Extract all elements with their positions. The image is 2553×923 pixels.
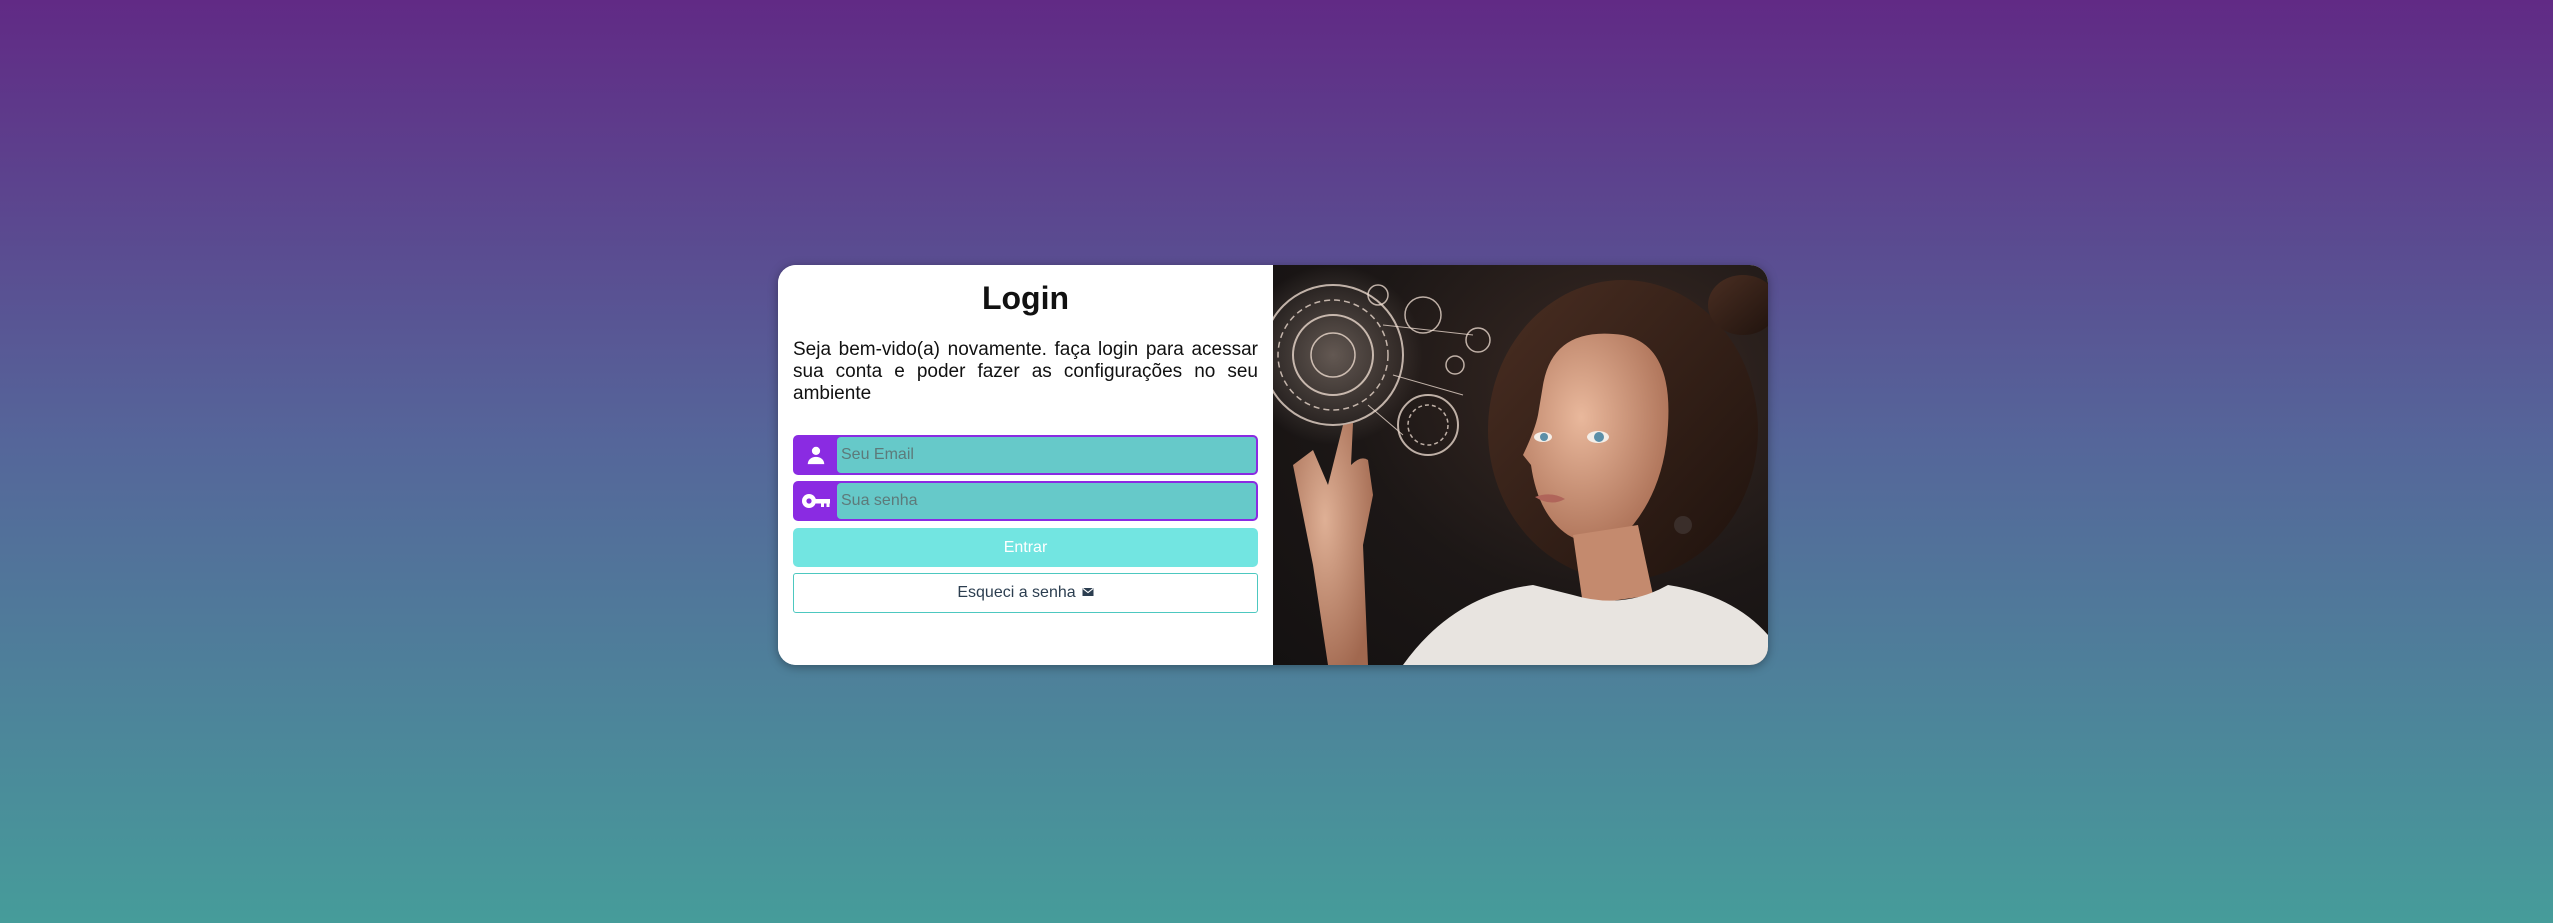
email-field-group xyxy=(793,435,1258,475)
hero-photo-illustration xyxy=(1273,265,1768,665)
password-field[interactable] xyxy=(837,483,1256,519)
envelope-icon xyxy=(1082,584,1094,602)
forgot-password-label: Esqueci a senha xyxy=(957,584,1076,601)
login-card: Login Seja bem-vido(a) novamente. faça l… xyxy=(778,265,1768,665)
forgot-password-button[interactable]: Esqueci a senha xyxy=(793,573,1258,613)
page-title: Login xyxy=(981,280,1070,316)
login-form-panel: Login Seja bem-vido(a) novamente. faça l… xyxy=(778,265,1273,665)
password-field-group xyxy=(793,481,1258,521)
hero-photo xyxy=(1273,265,1768,665)
user-icon xyxy=(795,437,837,473)
welcome-text: Seja bem-vido(a) novamente. faça login p… xyxy=(793,339,1258,404)
key-icon xyxy=(795,483,837,519)
email-field[interactable] xyxy=(837,437,1256,473)
submit-button[interactable]: Entrar xyxy=(793,528,1258,567)
